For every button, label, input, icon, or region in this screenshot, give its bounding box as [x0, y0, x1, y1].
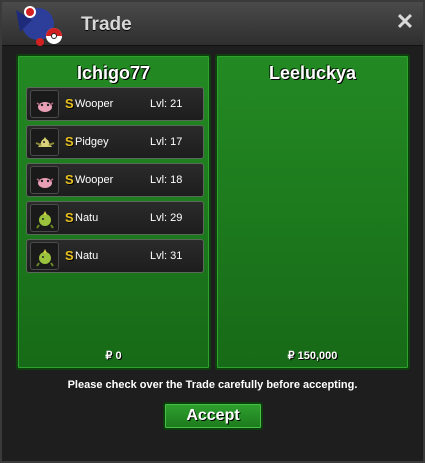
right-trainer-name: Leeluckya — [268, 63, 357, 83]
pidgey-icon — [30, 128, 59, 156]
pokemon-row[interactable]: S Pidgey Lvl: 17 — [26, 125, 204, 159]
pokemon-list: S Wooper Lvl: 21 S Pidgey Lvl: 17 S Woop… — [26, 87, 204, 277]
pokemon-logo-icon — [16, 6, 62, 46]
natu-icon — [30, 204, 59, 232]
left-money-offer: ₽ 0 — [105, 350, 122, 362]
pokemon-name: Wooper — [75, 98, 114, 110]
shiny-badge: S — [65, 96, 74, 111]
accept-button[interactable]: Accept — [163, 402, 263, 430]
pokemon-name: Natu — [75, 250, 99, 262]
shiny-badge: S — [65, 210, 74, 225]
trade-window: Trade ✕ Ichigo77 S Wooper Lvl: 21 S Pidg… — [0, 0, 425, 463]
wooper-icon — [30, 166, 59, 194]
pokemon-name: Wooper — [75, 174, 114, 186]
wooper-icon — [30, 90, 59, 118]
trade-notice: Please check over the Trade carefully be… — [67, 379, 358, 391]
pokemon-level: Lvl: 21 — [150, 98, 183, 110]
window-title: Trade — [81, 14, 132, 35]
pokemon-level: Lvl: 29 — [150, 212, 183, 224]
pokemon-name: Pidgey — [75, 136, 109, 148]
pokemon-row[interactable]: S Natu Lvl: 31 — [26, 239, 204, 273]
shiny-badge: S — [65, 248, 74, 263]
left-trade-panel: Ichigo77 S Wooper Lvl: 21 S Pidgey Lvl: … — [16, 54, 211, 370]
title-bar[interactable]: Trade ✕ — [2, 2, 423, 46]
shiny-badge: S — [65, 134, 74, 149]
pokemon-row[interactable]: S Wooper Lvl: 18 — [26, 163, 204, 197]
pokemon-name: Natu — [75, 212, 99, 224]
natu-icon — [30, 242, 59, 270]
pokemon-row[interactable]: S Wooper Lvl: 21 — [26, 87, 204, 121]
left-trainer-name: Ichigo77 — [76, 63, 151, 83]
right-money-offer: ₽ 150,000 — [287, 350, 338, 362]
right-trade-panel: Leeluckya ₽ 150,000 — [215, 54, 410, 370]
pokemon-level: Lvl: 31 — [150, 250, 183, 262]
pokemon-level: Lvl: 17 — [150, 136, 183, 148]
close-icon[interactable]: ✕ — [395, 11, 415, 33]
pokemon-level: Lvl: 18 — [150, 174, 183, 186]
shiny-badge: S — [65, 172, 74, 187]
pokemon-row[interactable]: S Natu Lvl: 29 — [26, 201, 204, 235]
